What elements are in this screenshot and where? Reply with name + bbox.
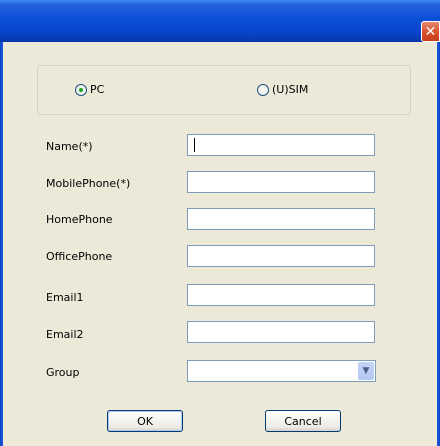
- chevron-down-icon[interactable]: ▼: [358, 362, 374, 380]
- cancel-button[interactable]: Cancel: [265, 410, 341, 432]
- email1-input[interactable]: [187, 284, 375, 306]
- radio-usim-indicator[interactable]: [257, 83, 269, 96]
- mobilephone-label: MobilePhone(*): [46, 177, 131, 190]
- radio-pc-indicator[interactable]: [75, 83, 87, 96]
- radio-pc[interactable]: PC: [75, 83, 104, 96]
- storage-radio-group: PC (U)SIM: [37, 65, 411, 115]
- name-label: Name(*): [46, 140, 93, 153]
- homephone-input[interactable]: [187, 208, 375, 230]
- mobilephone-input[interactable]: [187, 171, 375, 193]
- ok-button[interactable]: OK: [107, 410, 183, 432]
- close-icon: ✕: [424, 23, 437, 40]
- email2-input[interactable]: [187, 321, 375, 343]
- email2-label: Email2: [46, 328, 84, 341]
- title-bar[interactable]: ✕: [0, 0, 440, 42]
- officephone-input[interactable]: [187, 245, 375, 267]
- dialog-window: ✕ PC (U)SIM Name(*) MobilePhone(*) HomeP…: [0, 0, 440, 446]
- text-caret: [194, 138, 195, 152]
- radio-usim[interactable]: (U)SIM: [257, 83, 308, 96]
- officephone-label: OfficePhone: [46, 250, 113, 263]
- group-label: Group: [46, 366, 80, 379]
- homephone-label: HomePhone: [46, 213, 113, 226]
- radio-usim-label: (U)SIM: [272, 83, 309, 96]
- close-button[interactable]: ✕: [421, 21, 440, 42]
- group-select[interactable]: ▼: [187, 360, 376, 382]
- radio-pc-label: PC: [90, 83, 105, 96]
- email1-label: Email1: [46, 291, 84, 304]
- name-input[interactable]: [187, 134, 375, 156]
